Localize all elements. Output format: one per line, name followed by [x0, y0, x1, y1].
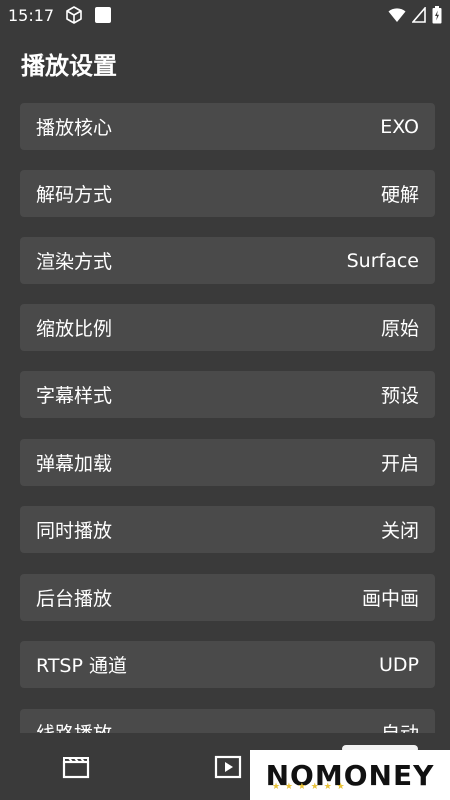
page-title: 播放设置 — [21, 52, 117, 80]
signal-icon — [412, 7, 426, 23]
status-time: 15:17 — [8, 5, 55, 25]
setting-value: 预设 — [380, 385, 419, 407]
setting-label: 播放核心 — [36, 117, 113, 139]
setting-subtitle-style[interactable]: 字幕样式 预设 — [20, 371, 435, 418]
setting-value: 自动 — [381, 719, 419, 733]
setting-label: 渲染方式 — [36, 251, 113, 273]
setting-line-play[interactable]: 线路播放 自动 — [20, 709, 435, 733]
setting-decode-mode[interactable]: 解码方式 硬解 — [20, 170, 435, 217]
setting-value: UDP — [379, 653, 419, 676]
battery-icon — [432, 6, 442, 24]
square-icon — [94, 6, 112, 24]
setting-label: RTSP 通道 — [36, 655, 127, 677]
setting-value: 关闭 — [380, 520, 419, 542]
setting-value: Surface — [346, 249, 419, 272]
setting-value: 硬解 — [380, 184, 419, 206]
setting-value: EXO — [380, 115, 419, 138]
watermark-stars: ★ ★ ★ ★ ★ ★ — [272, 782, 346, 792]
setting-player-core[interactable]: 播放核心 EXO — [20, 103, 435, 150]
wifi-icon — [388, 7, 406, 23]
setting-label: 后台播放 — [36, 588, 113, 610]
setting-label: 线路播放 — [36, 719, 112, 733]
setting-rtsp-channel[interactable]: RTSP 通道 UDP — [20, 641, 435, 688]
setting-background-play[interactable]: 后台播放 画中画 — [20, 574, 435, 621]
setting-value: 画中画 — [361, 588, 419, 610]
setting-label: 解码方式 — [36, 184, 113, 206]
setting-value: 开启 — [380, 453, 419, 475]
settings-list[interactable]: 播放核心 EXO 解码方式 硬解 渲染方式 Surface 缩放比例 原始 字幕… — [0, 103, 450, 733]
setting-render-mode[interactable]: 渲染方式 Surface — [20, 237, 435, 284]
setting-label: 缩放比例 — [36, 318, 113, 340]
setting-scale-ratio[interactable]: 缩放比例 原始 — [20, 304, 435, 351]
setting-danmaku-loading[interactable]: 弹幕加载 开启 — [20, 439, 435, 486]
watermark-logo: NOMONEY ★ ★ ★ ★ ★ ★ — [250, 750, 450, 800]
play-icon[interactable] — [214, 755, 242, 783]
setting-label: 弹幕加载 — [36, 453, 113, 475]
status-bar: 15:17 — [0, 0, 450, 30]
setting-value: 原始 — [380, 318, 419, 340]
setting-label: 字幕样式 — [36, 385, 113, 407]
film-icon[interactable] — [62, 755, 90, 783]
setting-label: 同时播放 — [36, 520, 113, 542]
cube-icon — [64, 5, 84, 25]
setting-simultaneous-play[interactable]: 同时播放 关闭 — [20, 506, 435, 553]
